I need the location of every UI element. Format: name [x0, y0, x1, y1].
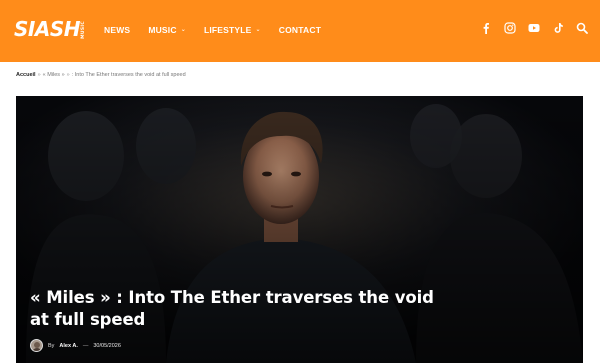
nav-item-label: NEWS	[104, 25, 131, 35]
breadcrumb-separator: »	[66, 72, 70, 78]
featured-article-hero[interactable]: « Miles » : Into The Ether traverses the…	[16, 96, 583, 363]
nav-item-music[interactable]: MUSIC ⌄	[148, 24, 186, 36]
author-name[interactable]: Alex A.	[59, 343, 77, 349]
breadcrumb-current: : Into The Ether traverses the void at f…	[71, 72, 186, 78]
site-logo[interactable]: SIASH MUSIC	[14, 18, 86, 40]
byline-separator: —	[82, 342, 89, 349]
main-nav: NEWS MUSIC ⌄ LIFESTYLE ⌄ CONTACT	[104, 24, 339, 36]
youtube-icon[interactable]	[528, 22, 540, 34]
author-avatar[interactable]	[30, 339, 43, 352]
breadcrumb-middle: « Miles »	[42, 72, 65, 78]
byline-by-label: By	[48, 342, 55, 349]
nav-item-label: CONTACT	[278, 25, 322, 35]
article-date: 30/05/2026	[93, 342, 121, 349]
breadcrumb-home-link[interactable]: Accueil	[16, 71, 36, 79]
logo-text: SIASH	[14, 17, 80, 41]
nav-item-label: LIFESTYLE	[203, 25, 252, 35]
nav-item-label: MUSIC	[148, 25, 177, 35]
instagram-icon[interactable]	[504, 22, 516, 34]
site-header: SIASH MUSIC NEWS MUSIC ⌄ LIFESTYLE ⌄ CON…	[0, 0, 600, 62]
social-links	[480, 22, 588, 34]
chevron-down-icon: ⌄	[180, 27, 186, 33]
tiktok-icon[interactable]	[552, 22, 564, 34]
facebook-icon[interactable]	[480, 22, 492, 34]
breadcrumb: Accueil » « Miles » » : Into The Ether t…	[16, 71, 186, 79]
nav-item-contact[interactable]: CONTACT	[279, 24, 321, 36]
logo-subtext: MUSIC	[80, 21, 86, 39]
search-icon[interactable]	[576, 22, 588, 34]
article-title[interactable]: « Miles » : Into The Ether traverses the…	[30, 287, 450, 331]
nav-item-news[interactable]: NEWS	[104, 24, 130, 36]
article-byline: By Alex A. — 30/05/2026	[30, 339, 121, 352]
nav-item-lifestyle[interactable]: LIFESTYLE ⌄	[204, 24, 261, 36]
breadcrumb-separator: »	[37, 72, 41, 78]
chevron-down-icon: ⌄	[255, 27, 261, 33]
